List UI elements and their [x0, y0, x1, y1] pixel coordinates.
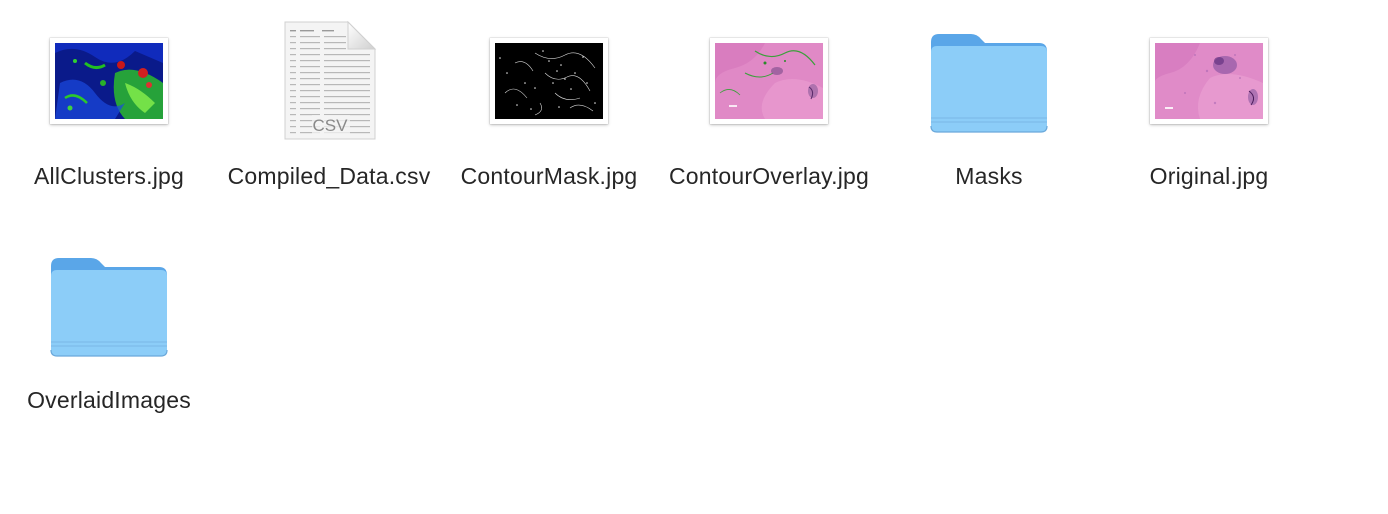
image-thumbnail-icon — [710, 38, 828, 124]
file-item-allclusters[interactable]: AllClusters.jpg — [0, 0, 219, 210]
image-thumbnail-icon — [1150, 38, 1268, 124]
file-label: ContourOverlay.jpg — [668, 163, 870, 189]
image-thumbnail-icon — [50, 38, 168, 124]
file-item-contourmask[interactable]: ContourMask.jpg — [439, 0, 659, 210]
file-label: Original.jpg — [1149, 163, 1269, 189]
file-label: AllClusters.jpg — [34, 163, 184, 189]
folder-icon — [49, 256, 169, 358]
file-item-contouroverlay[interactable]: ContourOverlay.jpg — [659, 0, 879, 210]
file-grid: AllClusters.jpg CSV Compiled_Data.csv Co… — [0, 0, 1388, 514]
file-item-masks[interactable]: Masks — [879, 0, 1099, 210]
file-item-compiled-data[interactable]: CSV Compiled_Data.csv — [219, 0, 439, 210]
file-label: Masks — [955, 163, 1023, 189]
file-label: OverlaidImages — [27, 387, 191, 413]
csv-badge: CSV — [313, 116, 349, 135]
file-item-original[interactable]: Original.jpg — [1099, 0, 1319, 210]
file-label: Compiled_Data.csv — [227, 163, 431, 189]
file-item-overlaidimages[interactable]: OverlaidImages — [0, 224, 219, 434]
image-thumbnail-icon — [490, 38, 608, 124]
folder-icon — [929, 32, 1049, 134]
file-label: ContourMask.jpg — [460, 163, 638, 189]
csv-document-icon: CSV — [282, 20, 378, 142]
